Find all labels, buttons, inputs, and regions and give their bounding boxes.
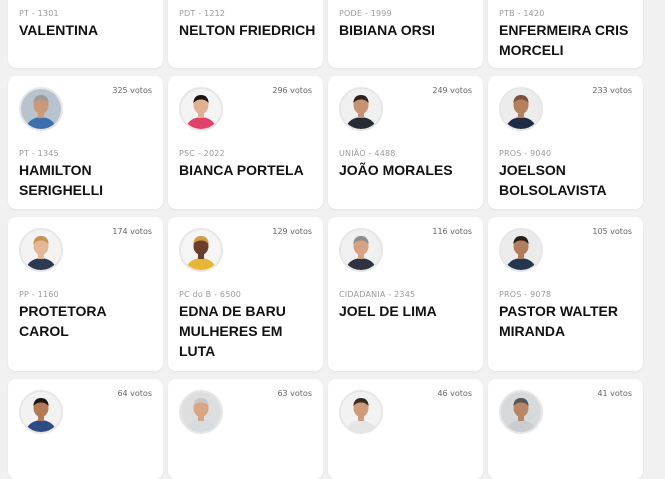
candidate-avatar [19, 390, 63, 434]
candidate-avatar [499, 87, 543, 131]
portrait-icon [341, 392, 381, 432]
vote-count: 46 votos [437, 389, 472, 398]
candidate-party: PTB - 1420 [499, 9, 545, 18]
candidate-party: PSC - 2022 [179, 149, 225, 158]
candidate-name: NELTON FRIEDRICH [179, 22, 316, 38]
candidate-party: PT - 1301 [19, 9, 59, 18]
vote-count: 249 votos [432, 86, 472, 95]
candidate-party: PP - 1160 [19, 290, 59, 299]
candidate-card[interactable]: 296 votos PSC - 2022 BIANCA PORTELA [168, 76, 323, 209]
portrait-icon [21, 392, 61, 432]
candidate-card[interactable]: 116 votos CIDADANIA - 2345 JOEL DE LIMA [328, 217, 483, 371]
vote-count: 105 votos [592, 227, 632, 236]
candidate-card[interactable]: 105 votos PROS - 9078 PASTOR WALTER MIRA… [488, 217, 643, 371]
vote-count: 233 votos [592, 86, 632, 95]
candidate-name: BIANCA PORTELA [179, 162, 304, 178]
candidate-avatar [339, 390, 383, 434]
candidate-card[interactable]: 129 votos PC do B - 6500 EDNA DE BARU MU… [168, 217, 323, 371]
candidate-avatar [499, 390, 543, 434]
candidate-name: PROTETORA CAROL [19, 303, 107, 339]
candidate-card[interactable]: 41 votos [488, 379, 643, 479]
candidate-card[interactable]: PODE - 1999 BIBIANA ORSI [328, 0, 483, 68]
candidate-card[interactable]: 46 votos [328, 379, 483, 479]
candidate-party: PROS - 9040 [499, 149, 552, 158]
candidate-name: ENFERMEIRA CRIS MORCELI [499, 22, 629, 58]
candidate-card[interactable]: PT - 1301 VALENTINA [8, 0, 163, 68]
candidate-card[interactable]: 233 votos PROS - 9040 JOELSON BOLSOLAVIS… [488, 76, 643, 209]
candidates-grid: PT - 1301 VALENTINA PDT - 1212 NELTON FR… [8, 0, 643, 479]
candidate-avatar [179, 87, 223, 131]
candidate-avatar [19, 228, 63, 272]
candidate-avatar [499, 228, 543, 272]
candidate-party: UNIÃO - 4488 [339, 149, 396, 158]
candidate-card[interactable]: PDT - 1212 NELTON FRIEDRICH [168, 0, 323, 68]
vote-count: 325 votos [112, 86, 152, 95]
portrait-icon [181, 230, 221, 270]
candidate-name: JOEL DE LIMA [339, 303, 437, 319]
candidate-card[interactable]: 63 votos [168, 379, 323, 479]
candidate-party: PDT - 1212 [179, 9, 226, 18]
candidate-party: CIDADANIA - 2345 [339, 290, 416, 299]
candidate-party: PT - 1345 [19, 149, 59, 158]
candidate-name: EDNA DE BARU MULHERES EM LUTA [179, 303, 286, 359]
candidate-name: JOELSON BOLSOLAVISTA [499, 162, 607, 198]
portrait-icon [501, 392, 541, 432]
vote-count: 41 votos [597, 389, 632, 398]
candidate-avatar [339, 87, 383, 131]
candidate-avatar [339, 228, 383, 272]
portrait-icon [341, 89, 381, 129]
portrait-icon [21, 89, 61, 129]
portrait-icon [21, 230, 61, 270]
vote-count: 63 votos [277, 389, 312, 398]
candidate-party: PODE - 1999 [339, 9, 392, 18]
candidate-avatar [19, 87, 63, 131]
candidate-card[interactable]: 249 votos UNIÃO - 4488 JOÃO MORALES [328, 76, 483, 209]
portrait-icon [501, 89, 541, 129]
portrait-icon [341, 230, 381, 270]
candidate-card[interactable]: PTB - 1420 ENFERMEIRA CRIS MORCELI [488, 0, 643, 68]
candidate-name: HAMILTON SERIGHELLI [19, 162, 104, 198]
candidate-avatar [179, 390, 223, 434]
vote-count: 116 votos [432, 227, 472, 236]
candidate-card[interactable]: 174 votos PP - 1160 PROTETORA CAROL [8, 217, 163, 371]
vote-count: 174 votos [112, 227, 152, 236]
candidate-card[interactable]: 64 votos [8, 379, 163, 479]
candidate-name: BIBIANA ORSI [339, 22, 435, 38]
candidate-card[interactable]: 325 votos PT - 1345 HAMILTON SERIGHELLI [8, 76, 163, 209]
candidate-avatar [179, 228, 223, 272]
candidate-party: PC do B - 6500 [179, 290, 242, 299]
candidate-name: JOÃO MORALES [339, 162, 453, 178]
candidate-name: PASTOR WALTER MIRANDA [499, 303, 618, 339]
vote-count: 129 votos [272, 227, 312, 236]
vote-count: 296 votos [272, 86, 312, 95]
portrait-icon [501, 230, 541, 270]
vote-count: 64 votos [117, 389, 152, 398]
candidate-party: PROS - 9078 [499, 290, 552, 299]
candidate-name: VALENTINA [19, 22, 99, 38]
portrait-icon [181, 89, 221, 129]
portrait-icon [181, 392, 221, 432]
